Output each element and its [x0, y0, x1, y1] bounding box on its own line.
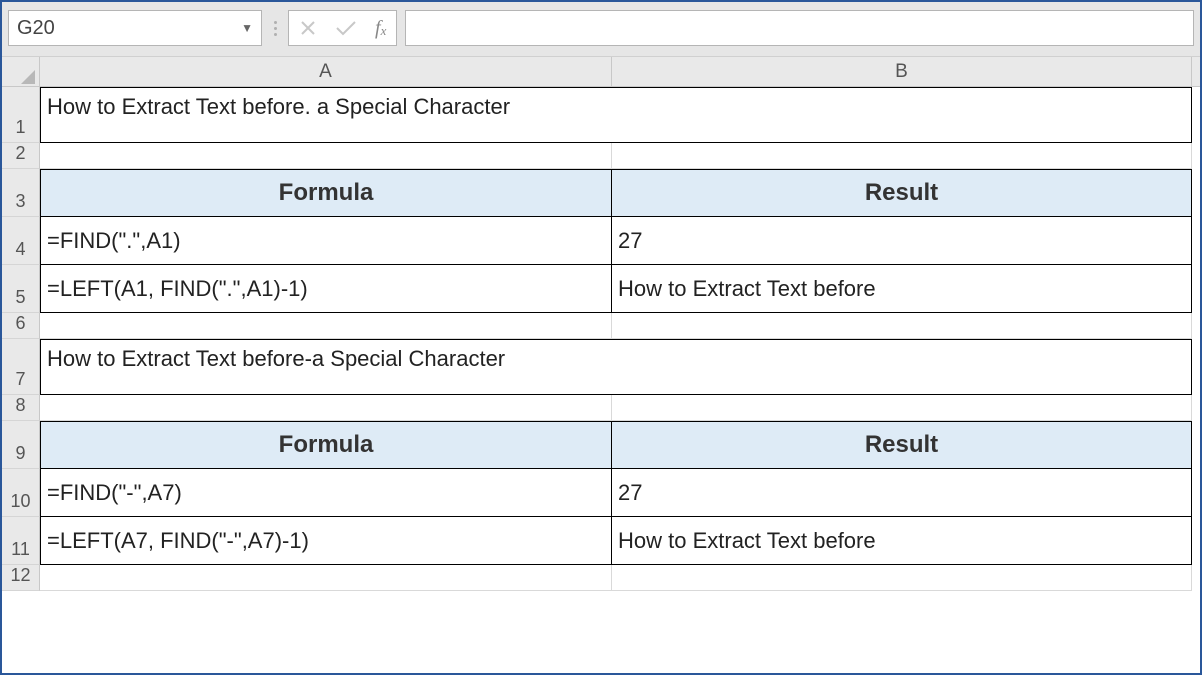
- row-header-1[interactable]: 1: [2, 87, 40, 143]
- row-6: 6: [2, 313, 1200, 339]
- row-9: 9 Formula Result: [2, 421, 1200, 469]
- cell-a9[interactable]: Formula: [40, 421, 612, 469]
- row-8: 8: [2, 395, 1200, 421]
- row-11: 11 =LEFT(A7, FIND("-",A7)-1) How to Extr…: [2, 517, 1200, 565]
- cell-a2[interactable]: [40, 143, 612, 169]
- cell-a6[interactable]: [40, 313, 612, 339]
- row-header-10[interactable]: 10: [2, 469, 40, 517]
- column-header-a[interactable]: A: [40, 57, 612, 86]
- row-header-5[interactable]: 5: [2, 265, 40, 313]
- row-2: 2: [2, 143, 1200, 169]
- cell-b6[interactable]: [612, 313, 1192, 339]
- cell-b2[interactable]: [612, 143, 1192, 169]
- row-3: 3 Formula Result: [2, 169, 1200, 217]
- row-header-3[interactable]: 3: [2, 169, 40, 217]
- cell-a4[interactable]: =FIND(".",A1): [40, 217, 612, 265]
- row-header-4[interactable]: 4: [2, 217, 40, 265]
- row-header-6[interactable]: 6: [2, 313, 40, 339]
- cell-b8[interactable]: [612, 395, 1192, 421]
- cell-b10[interactable]: 27: [612, 469, 1192, 517]
- name-box-dropdown-icon[interactable]: ▼: [241, 21, 253, 35]
- row-header-9[interactable]: 9: [2, 421, 40, 469]
- cell-a8[interactable]: [40, 395, 612, 421]
- enter-icon: [335, 19, 357, 37]
- formula-bar-row: G20 ▼ fx: [2, 2, 1200, 57]
- row-5: 5 =LEFT(A1, FIND(".",A1)-1) How to Extra…: [2, 265, 1200, 313]
- cell-b3[interactable]: Result: [612, 169, 1192, 217]
- row-4: 4 =FIND(".",A1) 27: [2, 217, 1200, 265]
- cell-a11[interactable]: =LEFT(A7, FIND("-",A7)-1): [40, 517, 612, 565]
- cell-a1[interactable]: How to Extract Text before. a Special Ch…: [40, 87, 1192, 143]
- row-header-2[interactable]: 2: [2, 143, 40, 169]
- row-header-8[interactable]: 8: [2, 395, 40, 421]
- row-10: 10 =FIND("-",A7) 27: [2, 469, 1200, 517]
- formula-bar-buttons: fx: [288, 10, 397, 46]
- row-header-7[interactable]: 7: [2, 339, 40, 395]
- cell-b12[interactable]: [612, 565, 1192, 591]
- column-header-b[interactable]: B: [612, 57, 1192, 86]
- cell-a7[interactable]: How to Extract Text before-a Special Cha…: [40, 339, 1192, 395]
- cell-b11[interactable]: How to Extract Text before: [612, 517, 1192, 565]
- fx-icon[interactable]: fx: [375, 17, 386, 40]
- formula-bar-grip-icon: [270, 21, 280, 36]
- cell-a3[interactable]: Formula: [40, 169, 612, 217]
- excel-window: G20 ▼ fx A B 1: [0, 0, 1202, 675]
- column-headers: A B: [2, 57, 1200, 87]
- formula-input[interactable]: [405, 10, 1194, 46]
- cell-a5[interactable]: =LEFT(A1, FIND(".",A1)-1): [40, 265, 612, 313]
- row-1: 1 How to Extract Text before. a Special …: [2, 87, 1200, 143]
- select-all-corner[interactable]: [2, 57, 40, 86]
- cell-a10[interactable]: =FIND("-",A7): [40, 469, 612, 517]
- grid-body: 1 How to Extract Text before. a Special …: [2, 87, 1200, 673]
- row-7: 7 How to Extract Text before-a Special C…: [2, 339, 1200, 395]
- row-header-11[interactable]: 11: [2, 517, 40, 565]
- cell-b4[interactable]: 27: [612, 217, 1192, 265]
- cell-b9[interactable]: Result: [612, 421, 1192, 469]
- row-12: 12: [2, 565, 1200, 591]
- worksheet: A B 1 How to Extract Text before. a Spec…: [2, 57, 1200, 673]
- cancel-icon: [299, 19, 317, 37]
- row-header-12[interactable]: 12: [2, 565, 40, 591]
- name-box[interactable]: G20 ▼: [8, 10, 262, 46]
- name-box-value: G20: [17, 17, 55, 40]
- cell-b5[interactable]: How to Extract Text before: [612, 265, 1192, 313]
- cell-a12[interactable]: [40, 565, 612, 591]
